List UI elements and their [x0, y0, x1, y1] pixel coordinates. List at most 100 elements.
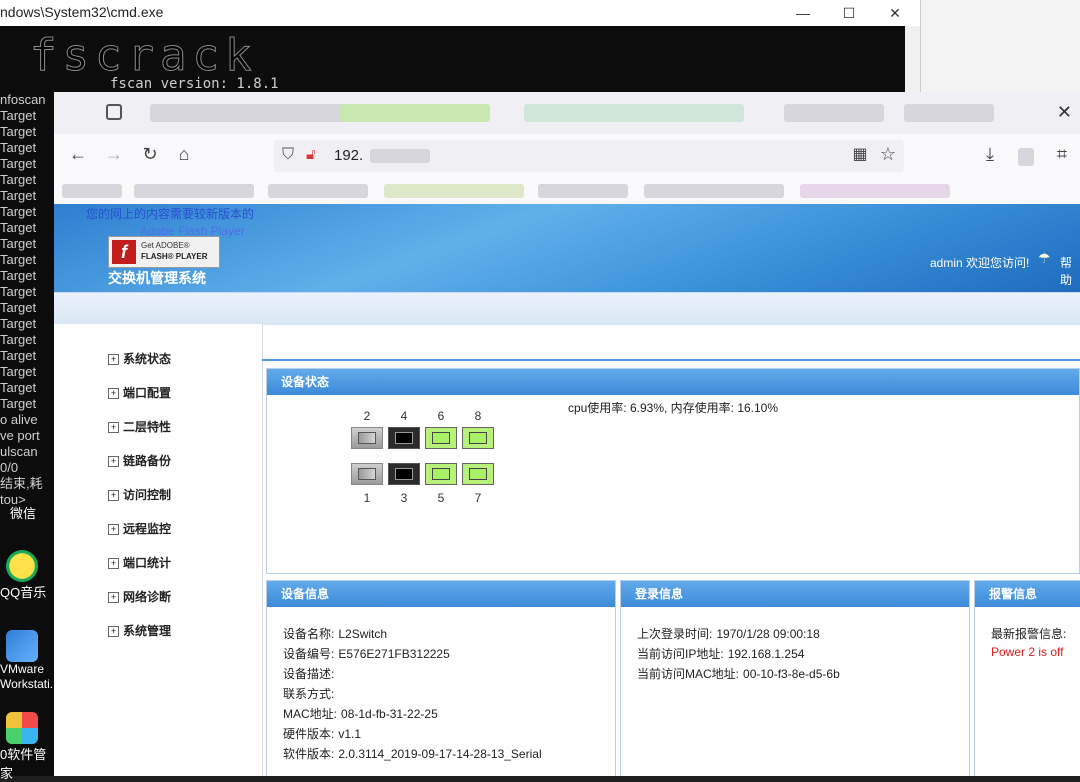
sidebar-item-system-status[interactable]: + 系统状态 — [108, 350, 171, 367]
blurred-bookmark[interactable] — [800, 184, 950, 198]
sidebar-item-system-mgmt[interactable]: + 系统管理 — [108, 622, 171, 639]
url-text[interactable]: 192. — [334, 147, 363, 164]
expand-icon: + — [108, 524, 119, 535]
port-7-icon[interactable] — [462, 463, 494, 485]
cmd-output-line: Target — [0, 396, 37, 411]
cmd-output-line: Target — [0, 188, 37, 203]
blurred-bookmark[interactable] — [134, 184, 254, 198]
sidebar-item-link-backup[interactable]: + 链路备份 — [108, 452, 171, 469]
header-stripe — [54, 292, 1080, 325]
minimize-button[interactable]: — — [788, 3, 818, 23]
info-value: v1.1 — [338, 727, 362, 741]
port-jack — [469, 468, 487, 480]
cmd-output-line: Target — [0, 268, 37, 283]
panel-title: 报警信息 — [975, 581, 1080, 607]
help-icon[interactable]: ☂ — [1038, 250, 1051, 267]
download-icon[interactable]: ⤓ — [978, 144, 1002, 165]
info-label: 联系方式: — [283, 687, 335, 701]
blurred-bookmark[interactable] — [538, 184, 628, 198]
blurred-tab[interactable] — [784, 104, 884, 122]
sidebar-item-remote-monitor[interactable]: + 远程监控 — [108, 520, 171, 537]
sidebar-item-label: 系统状态 — [123, 352, 172, 366]
flash-notice[interactable]: 您的网上的内容需要较新版本的 — [86, 206, 254, 222]
home-icon[interactable]: ⌂ — [172, 144, 196, 165]
help-link[interactable]: 帮助 — [1060, 254, 1080, 288]
content-divider — [262, 359, 1080, 361]
port-8-icon[interactable] — [462, 427, 494, 449]
tab-manager-icon[interactable] — [106, 104, 122, 120]
cmd-titlebar: ndows\System32\cmd.exe — ☐ ✕ — [0, 0, 920, 26]
info-row: MAC地址: 08-1d-fb-31-22-25 — [283, 705, 438, 722]
expand-icon: + — [108, 626, 119, 637]
port-jack — [358, 432, 376, 444]
port-3-icon[interactable] — [388, 463, 420, 485]
blurred-extension[interactable] — [1018, 148, 1034, 166]
tab-bar: ✕ — [54, 92, 1080, 134]
blurred-bookmark[interactable] — [384, 184, 524, 198]
sidebar-item-port-stats[interactable]: + 端口统计 — [108, 554, 171, 571]
sidebar-item-network-diag[interactable]: + 网络诊断 — [108, 588, 171, 605]
port-2-icon[interactable] — [351, 427, 383, 449]
blurred-bookmark[interactable] — [644, 184, 784, 198]
desktop-icon-qqmusic[interactable]: QQ音乐 — [0, 550, 54, 601]
desktop-icon-softmanager[interactable]: 0软件管家 — [0, 712, 54, 782]
blurred-tab[interactable] — [150, 104, 350, 122]
shield-icon[interactable]: ⛉ — [282, 146, 294, 164]
background-window — [920, 0, 1080, 92]
info-value: 00-10-f3-8e-d5-6b — [743, 667, 840, 681]
desktop-icon-label: VMware Workstati... — [0, 662, 60, 691]
cmd-window-title: ndows\System32\cmd.exe — [0, 4, 164, 20]
address-bar[interactable]: ⛉ 🔓︎ 192. ▦ ☆ — [274, 140, 904, 172]
cmd-output-line: Target — [0, 204, 37, 219]
sidebar-item-label: 端口统计 — [123, 556, 172, 570]
sidebar-item-label: 链路备份 — [123, 454, 172, 468]
blurred-bookmark[interactable] — [268, 184, 368, 198]
cmd-output-line: Target — [0, 124, 37, 139]
port-number: 8 — [474, 409, 482, 423]
port-5-icon[interactable] — [425, 463, 457, 485]
alarm-latest-value: Power 2 is off — [991, 645, 1064, 659]
info-label: 当前访问IP地址: — [637, 647, 724, 661]
blurred-tab[interactable] — [904, 104, 994, 122]
blurred-bookmark[interactable] — [62, 184, 122, 198]
get-flash-badge[interactable]: f Get ADOBE® FLASH® PLAYER — [108, 236, 220, 268]
blurred-tab[interactable] — [340, 104, 490, 122]
port-1-icon[interactable] — [351, 463, 383, 485]
info-value: L2Switch — [338, 627, 388, 641]
maximize-button[interactable]: ☐ — [834, 3, 864, 23]
info-row: 硬件版本: v1.1 — [283, 725, 361, 742]
cmd-output-line: 结束,耗 — [0, 476, 43, 491]
expand-icon: + — [108, 558, 119, 569]
insecure-lock-icon[interactable]: 🔓︎ — [306, 146, 316, 163]
port-6-icon[interactable] — [425, 427, 457, 449]
forward-icon[interactable]: → — [102, 144, 126, 165]
info-label: 软件版本: — [283, 747, 335, 761]
port-number: 3 — [400, 491, 408, 505]
desktop-icon-vmware[interactable]: VMware Workstati... — [0, 630, 60, 692]
sidebar-item-label: 网络诊断 — [123, 590, 172, 604]
cmd-output-line: Target — [0, 284, 37, 299]
sidebar-item-access-control[interactable]: + 访问控制 — [108, 486, 171, 503]
port-number: 7 — [474, 491, 482, 505]
port-jack — [432, 432, 450, 444]
expand-icon: + — [108, 354, 119, 365]
sidebar-menu: + 系统状态 + 端口配置 + 二层特性 + 链路备份 + 访问控制 + 远程监控 + 端口统… — [54, 324, 263, 776]
info-label: 当前访问MAC地址: — [637, 667, 740, 681]
desktop-icon-wechat[interactable]: 微信 — [0, 503, 54, 522]
close-button[interactable]: ✕ — [880, 3, 910, 23]
reload-icon[interactable]: ↻ — [138, 144, 162, 165]
sidebar-item-label: 端口配置 — [123, 386, 172, 400]
qr-code-icon[interactable]: ▦ — [848, 144, 872, 164]
cmd-output-line: Target — [0, 380, 37, 395]
bookmark-star-icon[interactable]: ☆ — [876, 144, 900, 165]
back-icon[interactable]: ← — [66, 144, 90, 165]
crop-icon[interactable]: ⌗ — [1050, 144, 1074, 165]
cmd-scrollbar[interactable] — [905, 26, 920, 96]
port-4-icon[interactable] — [388, 427, 420, 449]
sidebar-item-port-config[interactable]: + 端口配置 — [108, 384, 171, 401]
blurred-tab[interactable] — [524, 104, 744, 122]
sidebar-item-layer2[interactable]: + 二层特性 — [108, 418, 171, 435]
desktop-icon-label: QQ音乐 — [0, 585, 47, 600]
cmd-output-line: Target — [0, 332, 37, 347]
close-tab-icon[interactable]: ✕ — [1057, 102, 1072, 123]
